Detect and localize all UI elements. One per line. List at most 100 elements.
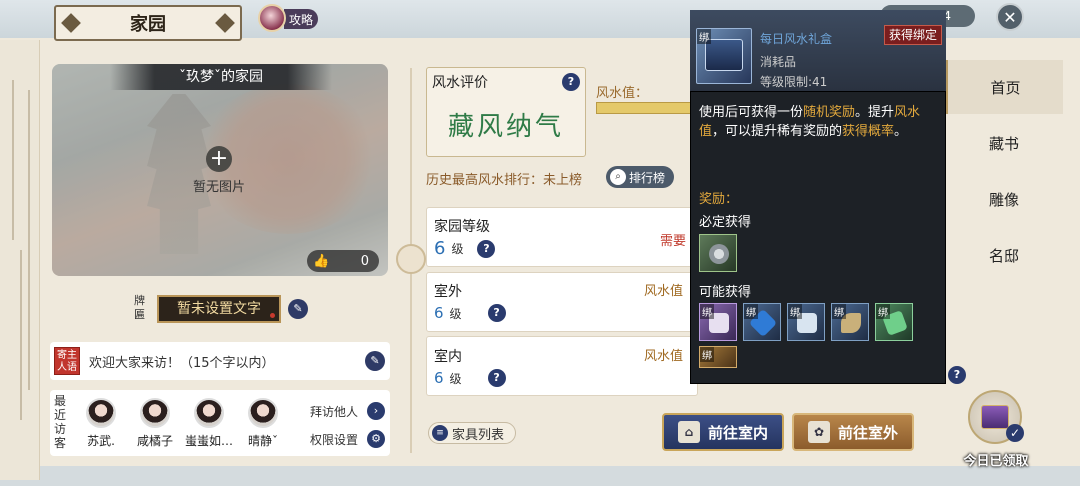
nav-tab-library[interactable]: 藏书 <box>945 116 1063 170</box>
help-icon[interactable]: ? <box>477 239 496 258</box>
recent-visitors-label: 最近访客 <box>54 394 67 450</box>
guide-button[interactable]: 攻略 <box>284 9 318 29</box>
guide-avatar[interactable] <box>258 4 286 32</box>
visitor-name: 苏武. <box>87 434 115 448</box>
fengshui-heading-text: 风水评价 <box>432 75 488 91</box>
edit-plaque-button[interactable]: ✎ <box>288 299 308 319</box>
item-description: 使用后可获得一份随机奖励。提升风水值，可以提升稀有奖励的获得概率。 <box>699 103 937 141</box>
fengshui-heading: 风水评价 ? <box>432 72 580 92</box>
strip-line <box>20 250 22 420</box>
help-icon[interactable]: ? <box>487 369 506 387</box>
visitor-name: 晴静ˇ <box>247 434 278 448</box>
reward-slot[interactable]: 绑 <box>699 346 737 368</box>
bind-tag: 绑 <box>700 304 714 319</box>
host-message-badge: 寄主人语 <box>54 347 80 375</box>
permission-settings-link[interactable]: 权限设置 <box>310 431 358 448</box>
desc-text: 。提升 <box>855 105 895 120</box>
plaque-label: 牌匾 <box>134 294 145 321</box>
visitor-avatar <box>194 398 224 428</box>
desc-text: 使用后可获得一份 <box>699 105 804 120</box>
desc-text: 。 <box>894 124 908 139</box>
right-nav: 首页 藏书 雕像 名邸 <box>945 60 1063 410</box>
fengshui-rating-calligraphy: 藏风纳气 <box>447 112 564 142</box>
plaque-text-button[interactable]: 暂未设置文字 <box>157 295 281 323</box>
chest-icon <box>981 405 1009 429</box>
go-inside-button[interactable]: ⌂ 前往室内 <box>662 413 784 451</box>
home-level-value-row: 6 级 ? <box>434 238 496 259</box>
visitor-item[interactable]: 咸橘子 <box>130 398 180 449</box>
bind-on-acquire-badge: 获得绑定 <box>884 25 942 45</box>
desc-highlight: 随机奖励 <box>803 105 856 120</box>
go-outside-label: 前往室外 <box>837 423 898 442</box>
help-icon[interactable]: ? <box>562 73 580 91</box>
bind-tag: 绑 <box>788 304 802 319</box>
reward-slot[interactable] <box>699 234 737 272</box>
help-icon[interactable]: ? <box>487 304 506 322</box>
add-photo-button[interactable]: + <box>206 146 232 172</box>
list-icon: ≡ <box>432 425 448 441</box>
close-icon: ✕ <box>1003 7 1017 27</box>
outdoor-value-row: 6 级 ? <box>434 304 506 322</box>
indoor-level-unit: 级 <box>449 371 462 386</box>
search-icon: ⌕ <box>610 169 626 185</box>
home-name-banner: ˇ玖梦ˇ的家园 <box>110 64 332 90</box>
gear-icon[interactable]: ⚙ <box>367 430 385 448</box>
reward-slot[interactable]: 绑 <box>743 303 781 341</box>
visitor-item[interactable]: 蚩蚩如… <box>184 398 234 449</box>
reward-slot[interactable]: 绑 <box>699 303 737 341</box>
welcome-message-row[interactable]: 寄主人语 欢迎大家来访！（15个字以内） <box>50 342 390 380</box>
no-photo-text: 暂无图片 <box>192 180 245 195</box>
reward-slot[interactable]: 绑 <box>831 303 869 341</box>
outdoor-title: 室外 <box>434 284 462 300</box>
plus-icon: + <box>209 146 229 171</box>
item-level-requirement: 等级限制:41 <box>760 75 828 89</box>
reward-label: 奖励： <box>699 192 739 207</box>
side-scroll-strip <box>0 40 40 480</box>
home-level-value: 6 <box>434 238 446 259</box>
home-level-requirement: 需要 <box>660 234 687 249</box>
help-icon[interactable]: ? <box>948 366 966 384</box>
pen-icon: ✎ <box>370 354 380 367</box>
thumbs-up-icon: 👍 <box>313 253 330 269</box>
chevron-right-icon[interactable]: › <box>367 402 385 420</box>
plaque-text: 暂未设置文字 <box>177 301 261 317</box>
edit-welcome-button[interactable]: ✎ <box>365 351 385 371</box>
furniture-list-button[interactable]: ≡ 家具列表 <box>428 422 516 444</box>
page-title-text: 家园 <box>130 14 166 35</box>
page-title: 家园 <box>54 5 242 41</box>
strip-line <box>28 90 30 390</box>
like-count: 0 <box>360 253 369 269</box>
visit-others-link[interactable]: 拜访他人 <box>310 403 358 420</box>
nav-tab-home[interactable]: 首页 <box>945 60 1063 114</box>
furniture-list-label: 家具列表 <box>452 427 505 443</box>
outdoor-fengshui-label: 风水值 <box>644 284 684 299</box>
outdoor-level-value: 6 <box>434 304 444 322</box>
house-icon: ⌂ <box>677 421 700 443</box>
visitor-item[interactable]: 苏武. <box>76 398 126 449</box>
daily-claimed-label: 今日已领取 <box>963 454 1029 469</box>
desc-text: ，可以提升稀有奖励的 <box>712 124 843 139</box>
indoor-value-row: 6 级 ? <box>434 369 506 387</box>
go-outside-button[interactable]: ✿ 前往室外 <box>792 413 914 451</box>
home-level-unit: 级 <box>451 242 464 256</box>
daily-chest-button[interactable]: ✓ <box>968 390 1024 444</box>
item-name: 每日风水礼盒 <box>760 32 833 46</box>
visitor-name: 咸橘子 <box>136 434 173 448</box>
like-button[interactable]: 👍 0 <box>307 250 379 272</box>
outdoor-level-unit: 级 <box>449 306 462 321</box>
home-level-title: 家园等级 <box>434 219 490 235</box>
strip-line <box>12 80 14 240</box>
indoor-fengshui-label: 风水值 <box>644 349 684 364</box>
reward-slot[interactable]: 绑 <box>875 303 913 341</box>
reward-slot[interactable]: 绑 <box>787 303 825 341</box>
visitor-item[interactable]: 晴静ˇ <box>238 398 288 449</box>
ornament-icon <box>61 13 81 33</box>
bind-tag: 绑 <box>832 304 846 319</box>
visitor-avatar <box>248 398 278 428</box>
nav-tab-mansion[interactable]: 名邸 <box>945 228 1063 282</box>
ranking-button[interactable]: ⌕ 排行榜 <box>606 166 674 188</box>
fengshui-rank-text: 历史最高风水排行：未上榜 <box>426 173 583 188</box>
nav-tab-statue[interactable]: 雕像 <box>945 172 1063 226</box>
desc-highlight: 获得概率 <box>842 124 895 139</box>
close-button[interactable]: ✕ <box>996 3 1024 31</box>
